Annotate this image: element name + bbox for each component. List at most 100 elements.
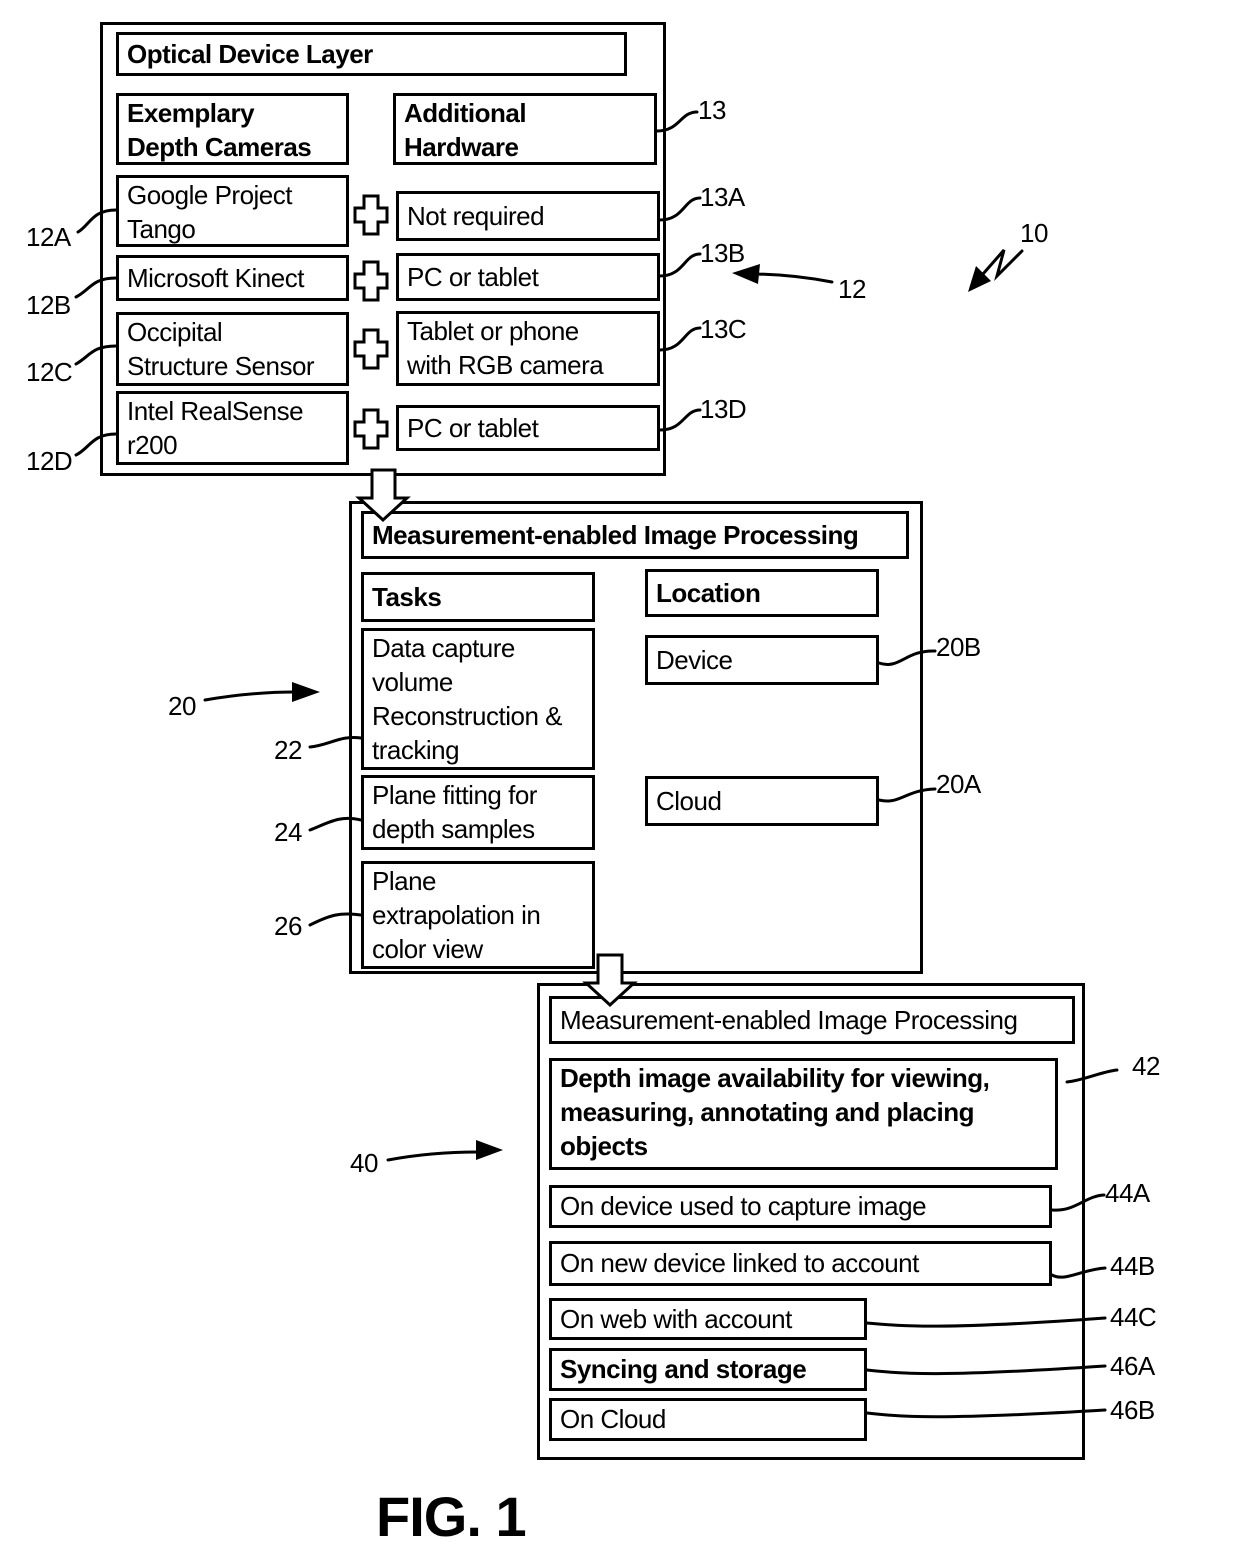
- ref-numeral-44c: 44C: [1110, 1302, 1157, 1332]
- hardware-line: Not required: [407, 201, 545, 231]
- task-box-24: Plane fitting for depth samples: [361, 775, 595, 850]
- ref-numeral-42: 42: [1132, 1051, 1160, 1081]
- headline-line: objects: [560, 1131, 648, 1161]
- ref-numeral-44b: 44B: [1110, 1251, 1155, 1281]
- ref-numeral-13d: 13D: [700, 394, 747, 424]
- task-box-22: Data capture volume Reconstruction & tra…: [361, 628, 595, 770]
- availability-item-44a: On device used to capture image: [549, 1185, 1052, 1228]
- task-line: Plane: [372, 866, 437, 896]
- camera-box-12c: Occipital Structure Sensor: [116, 312, 349, 386]
- headline-line: Depth image availability for viewing,: [560, 1063, 990, 1093]
- task-line: color view: [372, 934, 483, 964]
- location-box-20b: Device: [645, 635, 879, 685]
- header-line: Hardware: [404, 132, 519, 162]
- availability-item-46b: On Cloud: [549, 1398, 867, 1441]
- arrow-10-shaft: [981, 249, 1024, 282]
- optical-device-layer-title: Optical Device Layer: [116, 32, 627, 76]
- hardware-line: Tablet or phone: [407, 316, 579, 346]
- task-box-26: Plane extrapolation in color view: [361, 861, 595, 969]
- availability-title: Measurement-enabled Image Processing: [549, 996, 1075, 1044]
- leader-line-13a: [658, 196, 702, 222]
- ref-numeral-20a: 20A: [936, 769, 981, 799]
- availability-item-44c: On web with account: [549, 1298, 867, 1340]
- hardware-box-13b: PC or tablet: [396, 253, 660, 301]
- plus-icon: [353, 194, 389, 236]
- header-line: Exemplary: [127, 98, 255, 128]
- camera-line: Intel RealSense: [127, 396, 304, 426]
- headline-line: measuring, annotating and placing: [560, 1097, 975, 1127]
- header-line: Depth Cameras: [127, 132, 312, 162]
- title-text: Measurement-enabled Image Processing: [560, 1005, 1018, 1035]
- plus-icon: [353, 328, 389, 370]
- task-line: Reconstruction &: [372, 701, 562, 731]
- ref-numeral-13: 13: [698, 95, 726, 125]
- task-line: volume: [372, 667, 453, 697]
- title-text: Measurement-enabled Image Processing: [372, 520, 859, 550]
- availability-headline-42: Depth image availability for viewing, me…: [549, 1058, 1058, 1170]
- leader-line-13c: [658, 326, 702, 352]
- item-text: On Cloud: [560, 1404, 666, 1434]
- plus-icon: [353, 408, 389, 450]
- ref-numeral-26: 26: [274, 911, 302, 941]
- camera-line: Tango: [127, 214, 196, 244]
- header-text: Location: [656, 578, 761, 608]
- ref-numeral-24: 24: [274, 817, 302, 847]
- ref-numeral-13b: 13B: [700, 238, 745, 268]
- arrow-40-shaft: [386, 1150, 480, 1162]
- hardware-line: PC or tablet: [407, 413, 539, 443]
- hardware-box-13a: Not required: [396, 191, 660, 241]
- task-line: extrapolation in: [372, 900, 541, 930]
- location-text: Cloud: [656, 786, 722, 816]
- hardware-box-13c: Tablet or phone with RGB camera: [396, 311, 660, 386]
- arrow-20-shaft: [203, 690, 297, 702]
- availability-item-44b: On new device linked to account: [549, 1241, 1052, 1286]
- task-line: Data capture: [372, 633, 515, 663]
- camera-box-12d: Intel RealSense r200: [116, 391, 349, 465]
- arrowhead-10: [968, 266, 991, 292]
- task-line: tracking: [372, 735, 460, 765]
- task-line: Plane fitting for: [372, 780, 537, 810]
- ref-numeral-44a: 44A: [1105, 1178, 1150, 1208]
- plus-icon: [353, 260, 389, 302]
- figure-label: FIG. 1: [376, 1485, 527, 1548]
- ref-numeral-46b: 46B: [1110, 1395, 1155, 1425]
- ref-numeral-12a: 12A: [26, 222, 71, 252]
- ref-numeral-46a: 46A: [1110, 1351, 1155, 1381]
- tasks-header: Tasks: [361, 572, 595, 622]
- hardware-line: PC or tablet: [407, 262, 539, 292]
- item-text: On web with account: [560, 1304, 792, 1334]
- ref-numeral-12: 12: [838, 274, 866, 304]
- hardware-header: Additional Hardware: [393, 93, 657, 165]
- availability-item-46a: Syncing and storage: [549, 1348, 867, 1391]
- camera-line: Microsoft Kinect: [127, 263, 304, 293]
- ref-numeral-13c: 13C: [700, 314, 747, 344]
- camera-box-12b: Microsoft Kinect: [116, 255, 349, 301]
- item-text: On new device linked to account: [560, 1248, 919, 1278]
- ref-numeral-12d: 12D: [26, 446, 73, 476]
- location-header: Location: [645, 569, 879, 617]
- item-text: On device used to capture image: [560, 1191, 927, 1221]
- task-line: depth samples: [372, 814, 535, 844]
- location-text: Device: [656, 645, 733, 675]
- ref-numeral-20b: 20B: [936, 632, 981, 662]
- ref-numeral-12b: 12B: [26, 290, 71, 320]
- camera-line: Google Project: [127, 180, 292, 210]
- leader-line-13d: [658, 408, 702, 432]
- cameras-header: Exemplary Depth Cameras: [116, 93, 349, 165]
- camera-box-12a: Google Project Tango: [116, 175, 349, 247]
- item-text: Syncing and storage: [560, 1354, 807, 1384]
- ref-numeral-20: 20: [168, 691, 196, 721]
- ref-numeral-40: 40: [350, 1148, 378, 1178]
- camera-line: Structure Sensor: [127, 351, 315, 381]
- ref-numeral-22: 22: [274, 735, 302, 765]
- arrowhead-20: [292, 682, 320, 702]
- ref-numeral-10: 10: [1020, 218, 1048, 248]
- processing-title: Measurement-enabled Image Processing: [361, 511, 909, 559]
- hardware-box-13d: PC or tablet: [396, 405, 660, 451]
- camera-line: r200: [127, 430, 178, 460]
- arrow-12-shaft: [748, 272, 834, 284]
- hardware-line: with RGB camera: [407, 350, 604, 380]
- ref-numeral-13a: 13A: [700, 182, 745, 212]
- arrowhead-40: [476, 1140, 503, 1160]
- title-text: Optical Device Layer: [127, 39, 373, 69]
